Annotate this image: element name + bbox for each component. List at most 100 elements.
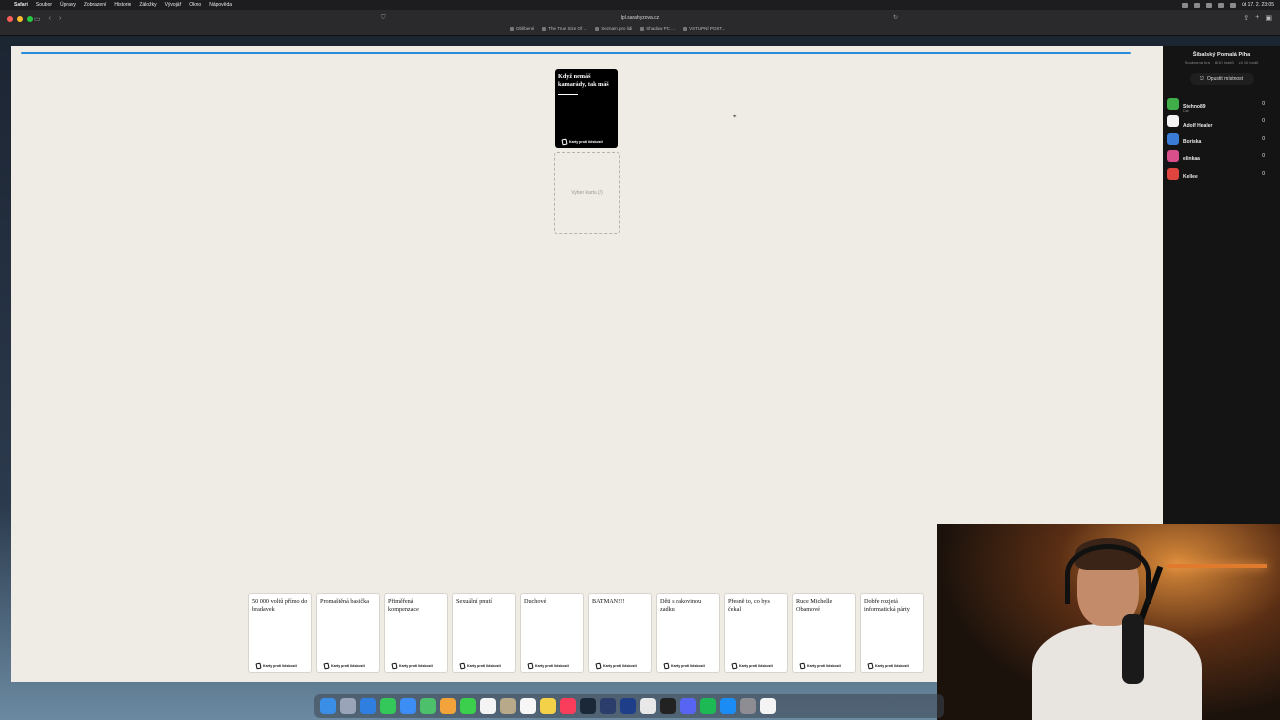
- privacy-shield-icon[interactable]: ⛉: [381, 15, 386, 22]
- player-name: elinkaa: [1183, 156, 1200, 163]
- card-brand: Karty proti lidskosti: [323, 662, 365, 670]
- window-controls: [7, 16, 33, 22]
- menu-napoveda[interactable]: Nápověda: [209, 2, 232, 8]
- menu-vyvojar[interactable]: Vývojář: [165, 2, 182, 8]
- reminders-icon[interactable]: [520, 698, 536, 714]
- player-row: Kellee 0: [1163, 165, 1280, 183]
- white-answer-card[interactable]: BATMAN!!! Karty proti lidskosti: [588, 593, 652, 673]
- notes-icon[interactable]: [540, 698, 556, 714]
- address-bar[interactable]: lpl.sarahyzova.cz: [560, 13, 720, 23]
- share-icon[interactable]: ⇪: [1243, 14, 1249, 22]
- reload-icon[interactable]: ↻: [893, 14, 898, 21]
- cards-logo-icon: [799, 662, 806, 670]
- forward-icon[interactable]: ›: [59, 15, 61, 23]
- bookmark-item[interactable]: VSTUPNÍ POST...: [683, 26, 725, 31]
- music-icon[interactable]: [560, 698, 576, 714]
- player-avatar: [1167, 97, 1179, 110]
- white-answer-card[interactable]: Ruce Michelle Obamové Karty proti lidsko…: [792, 593, 856, 673]
- finder-icon[interactable]: [320, 698, 336, 714]
- white-answer-card[interactable]: Přiměřená kompenzace Karty proti lidskos…: [384, 593, 448, 673]
- maps-icon[interactable]: [420, 698, 436, 714]
- white-answer-card[interactable]: Přesně to, co bys čekal Karty proti lids…: [724, 593, 788, 673]
- menu-okno[interactable]: Okno: [189, 2, 201, 8]
- white-answer-card[interactable]: Děti s rakovinou zadku Karty proti lidsk…: [656, 593, 720, 673]
- czar-label: Car: [1183, 109, 1189, 114]
- player-avatar: [1167, 115, 1179, 128]
- folder-icon: [510, 26, 514, 31]
- lightroom-icon[interactable]: [600, 698, 616, 714]
- white-answer-card[interactable]: Promaštěná basička Karty proti lidskosti: [316, 593, 380, 673]
- microphone-icon: [1122, 614, 1144, 684]
- cards-logo-icon: [527, 662, 534, 670]
- player-row: Car Adolf Healer 0: [1163, 109, 1280, 131]
- settings-icon[interactable]: [740, 698, 756, 714]
- contacts-icon[interactable]: [500, 698, 516, 714]
- safari-icon[interactable]: [360, 698, 376, 714]
- headphones-icon: [1065, 544, 1151, 604]
- discord-icon[interactable]: [680, 698, 696, 714]
- menu-upravy[interactable]: Úpravy: [60, 2, 76, 8]
- white-answer-card[interactable]: Duchové Karty proti lidskosti: [520, 593, 584, 673]
- close-window-button[interactable]: [7, 16, 13, 22]
- menubar-status-area: út 17. 2. 23:05: [1182, 2, 1274, 8]
- tab-overview-icon[interactable]: ▣: [1265, 14, 1272, 22]
- cards-logo-icon: [595, 662, 602, 670]
- tv-icon[interactable]: [660, 698, 676, 714]
- cards-logo-icon: [731, 662, 738, 670]
- photoshop-icon[interactable]: [620, 698, 636, 714]
- status-icon[interactable]: [1194, 2, 1201, 8]
- status-icon[interactable]: [1206, 2, 1213, 8]
- status-icon[interactable]: [1182, 2, 1189, 8]
- sidebar-toggle-icon[interactable]: ▭: [34, 15, 41, 23]
- white-answer-card[interactable]: Sexuální pnutí Karty proti lidskosti: [452, 593, 516, 673]
- appstore-icon[interactable]: [720, 698, 736, 714]
- player-avatar: [1167, 150, 1179, 163]
- launchpad-icon[interactable]: [340, 698, 356, 714]
- bookmark-item[interactable]: Oblíbené: [510, 26, 534, 31]
- bookmark-item[interactable]: Seznam pro lidi: [595, 26, 632, 31]
- menu-soubor[interactable]: Soubor: [36, 2, 52, 8]
- card-brand: Karty proti lidskosti: [595, 662, 637, 670]
- chrome-icon[interactable]: [760, 698, 776, 714]
- player-score: 0: [1262, 118, 1265, 125]
- zoom-window-button[interactable]: [27, 16, 33, 22]
- menu-zobrazeni[interactable]: Zobrazení: [84, 2, 107, 8]
- menu-zalozky[interactable]: Záložky: [139, 2, 156, 8]
- player-name: Kellee: [1183, 173, 1198, 180]
- minimize-window-button[interactable]: [17, 16, 23, 22]
- messages-icon[interactable]: [380, 698, 396, 714]
- white-answer-card[interactable]: Dobře rozjetá informatická párty Karty p…: [860, 593, 924, 673]
- card-brand: Karty proti lidskosti: [561, 138, 603, 146]
- player-avatar: [1167, 167, 1179, 180]
- battery-icon[interactable]: [1230, 2, 1237, 8]
- room-name: Šibalský Pomalá Píha: [1192, 52, 1251, 58]
- calendar-icon[interactable]: [480, 698, 496, 714]
- player-info: Kellee: [1183, 165, 1198, 183]
- room-meta: Soukromá hra 8/10 hráčů cíl 10 bodů: [1184, 60, 1259, 65]
- leave-room-button[interactable]: ⎋ Opustit místnost: [1189, 73, 1254, 85]
- player-name: Boriska: [1183, 138, 1202, 145]
- new-tab-icon[interactable]: +: [1255, 14, 1259, 22]
- player-score: 0: [1262, 100, 1265, 107]
- card-drop-slot[interactable]: Vyber kartu (/): [554, 152, 620, 234]
- player-row: elinkaa 0: [1163, 148, 1280, 166]
- spotify-icon[interactable]: [700, 698, 716, 714]
- steam-icon[interactable]: [580, 698, 596, 714]
- menu-safari[interactable]: Safari: [14, 2, 28, 8]
- facetime-icon[interactable]: [460, 698, 476, 714]
- mail-icon[interactable]: [400, 698, 416, 714]
- player-list: Stehno89 0 Car Adolf Healer 0 Boriska 0 elinkaa…: [1163, 95, 1280, 183]
- bookmark-item[interactable]: Shadow PC ...: [640, 26, 675, 31]
- bookmark-item[interactable]: The True Size Of ...: [542, 26, 587, 31]
- round-timer-bar: [21, 52, 1131, 54]
- back-icon[interactable]: ‹: [49, 15, 51, 23]
- photos-icon[interactable]: [440, 698, 456, 714]
- menubar-clock[interactable]: út 17. 2. 23:05: [1242, 2, 1274, 8]
- wifi-icon[interactable]: [1218, 2, 1225, 8]
- player-row: Stehno89 0: [1163, 95, 1280, 113]
- white-answer-card[interactable]: 50 000 voltů přímo do bradavek Karty pro…: [248, 593, 312, 673]
- chatgpt-icon[interactable]: [640, 698, 656, 714]
- bookmark-icon: [542, 26, 547, 31]
- menu-historie[interactable]: Historie: [114, 2, 131, 8]
- drop-slot-label: Vyber kartu (/): [571, 190, 603, 196]
